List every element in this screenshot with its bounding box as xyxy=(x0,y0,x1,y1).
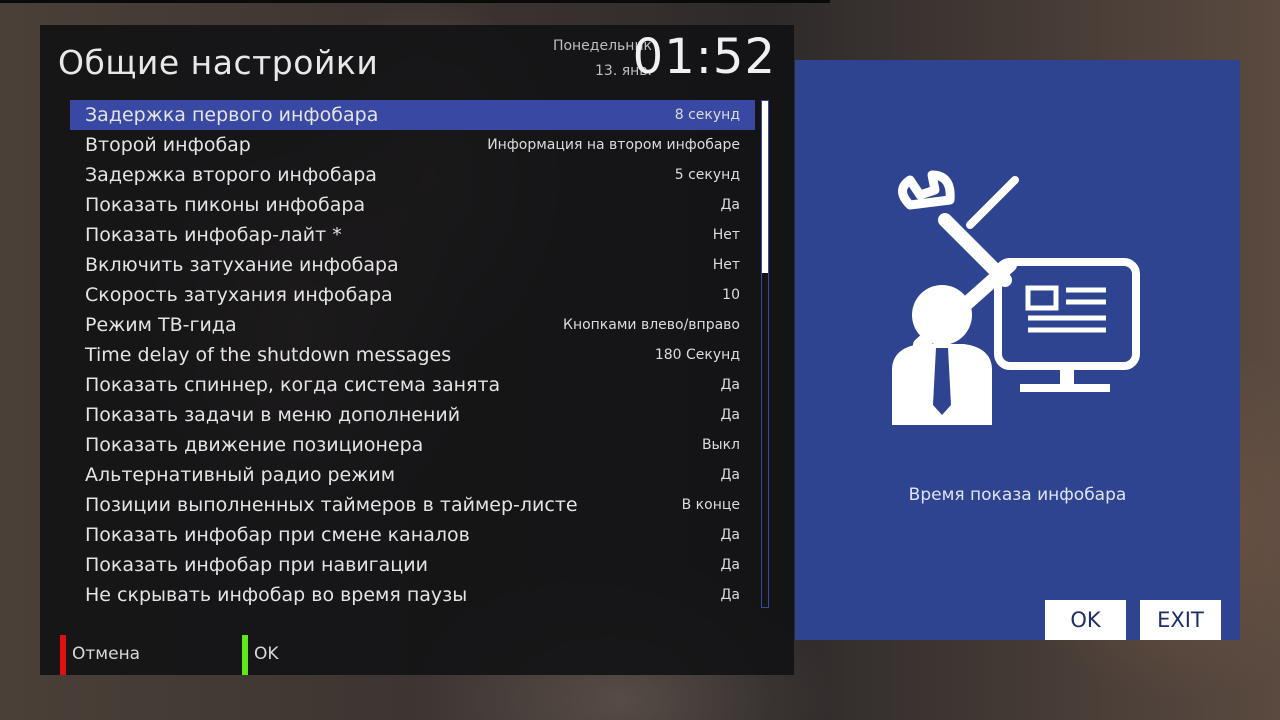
setting-value: Да xyxy=(720,527,740,543)
setting-value: Да xyxy=(720,407,740,423)
setting-label: Задержка первого инфобара xyxy=(85,104,379,126)
setting-row[interactable]: Показать инфобар при навигации Да xyxy=(70,550,755,580)
setting-label: Режим ТВ-гида xyxy=(85,314,237,336)
scrollbar-thumb[interactable] xyxy=(762,101,768,273)
setting-value: 5 секунд xyxy=(674,167,740,183)
setting-label: Показать инфобар при смене каналов xyxy=(85,524,470,546)
setting-label: Показать инфобар-лайт * xyxy=(85,224,342,246)
setting-row[interactable]: Показать спиннер, когда система занята Да xyxy=(70,370,755,400)
settings-panel: Общие настройки Понедельник 13. янв. 01:… xyxy=(40,25,794,675)
setting-row[interactable]: Режим ТВ-гида Кнопками влево/вправо xyxy=(70,310,755,340)
setting-value: Нет xyxy=(712,257,740,273)
setting-label: Показать инфобар при навигации xyxy=(85,554,428,576)
red-key-indicator xyxy=(60,635,66,675)
setting-row[interactable]: Показать инфобар-лайт * Нет xyxy=(70,220,755,250)
list-scrollbar[interactable] xyxy=(761,100,769,608)
setting-row[interactable]: Показать движение позиционера Выкл xyxy=(70,430,755,460)
setting-row[interactable]: Включить затухание инфобара Нет xyxy=(70,250,755,280)
settings-list: Задержка первого инфобара 8 секунд Второй… xyxy=(70,100,755,610)
ok-label: OK xyxy=(254,644,279,664)
setting-value: Да xyxy=(720,557,740,573)
setting-row[interactable]: Показать пиконы инфобара Да xyxy=(70,190,755,220)
setting-row[interactable]: Показать инфобар при смене каналов Да xyxy=(70,520,755,550)
setting-label: Задержка второго инфобара xyxy=(85,164,377,186)
green-key-hint[interactable]: OK xyxy=(242,635,422,675)
top-edge-bar xyxy=(0,0,830,3)
setting-label: Альтернативный радио режим xyxy=(85,464,396,486)
setting-value: Да xyxy=(720,197,740,213)
setting-label: Показать пиконы инфобара xyxy=(85,194,366,216)
red-key-hint[interactable]: Отмена xyxy=(60,635,240,675)
day-name: Понедельник xyxy=(552,38,652,54)
setting-label: Позиции выполненных таймеров в таймер-ли… xyxy=(85,494,578,516)
setting-value: Да xyxy=(720,587,740,603)
ok-button[interactable]: OK xyxy=(1045,600,1126,640)
info-panel: Время показа инфобара OK EXIT xyxy=(795,60,1240,640)
setting-row[interactable]: Не скрывать инфобар во время паузы Да xyxy=(70,580,755,610)
setting-row[interactable]: Второй инфобар Информация на втором инфоб… xyxy=(70,130,755,160)
setting-value: 10 xyxy=(722,287,740,303)
setting-label: Показать спиннер, когда система занята xyxy=(85,374,501,396)
setting-label: Показать движение позиционера xyxy=(85,434,424,456)
setting-row[interactable]: Скорость затухания инфобара 10 xyxy=(70,280,755,310)
date-label: 13. янв. xyxy=(595,63,652,79)
setting-value: Да xyxy=(720,377,740,393)
setting-row[interactable]: Показать задачи в меню дополнений Да xyxy=(70,400,755,430)
setting-row[interactable]: Time delay of the shutdown messages 180 С… xyxy=(70,340,755,370)
setting-label: Не скрывать инфобар во время паузы xyxy=(85,584,468,606)
setting-label: Второй инфобар xyxy=(85,134,251,156)
setting-row[interactable]: Позиции выполненных таймеров в таймер-ли… xyxy=(70,490,755,520)
setting-value: В конце xyxy=(681,497,740,513)
setting-row[interactable]: Альтернативный радио режим Да xyxy=(70,460,755,490)
green-key-indicator xyxy=(242,635,248,675)
setting-description: Время показа инфобара xyxy=(908,485,1127,505)
exit-button[interactable]: EXIT xyxy=(1140,600,1221,640)
page-title: Общие настройки xyxy=(58,43,379,82)
clock: 01:52 xyxy=(632,29,776,85)
setting-value: Нет xyxy=(712,227,740,243)
settings-user-computer-icon xyxy=(892,170,1140,425)
setting-row[interactable]: Задержка второго инфобара 5 секунд xyxy=(70,160,755,190)
setting-label: Показать задачи в меню дополнений xyxy=(85,404,461,426)
setting-value: 8 секунд xyxy=(674,107,740,123)
setting-label: Time delay of the shutdown messages xyxy=(85,344,452,366)
setting-value: Информация на втором инфобаре xyxy=(487,137,740,153)
setting-label: Скорость затухания инфобара xyxy=(85,284,393,306)
setting-value: Да xyxy=(720,467,740,483)
setting-label: Включить затухание инфобара xyxy=(85,254,399,276)
setting-value: Кнопками влево/вправо xyxy=(563,317,740,333)
cancel-label: Отмена xyxy=(72,644,141,664)
setting-value: 180 Секунд xyxy=(654,347,740,363)
setting-value: Выкл xyxy=(701,437,740,453)
setting-row[interactable]: Задержка первого инфобара 8 секунд xyxy=(70,100,755,130)
